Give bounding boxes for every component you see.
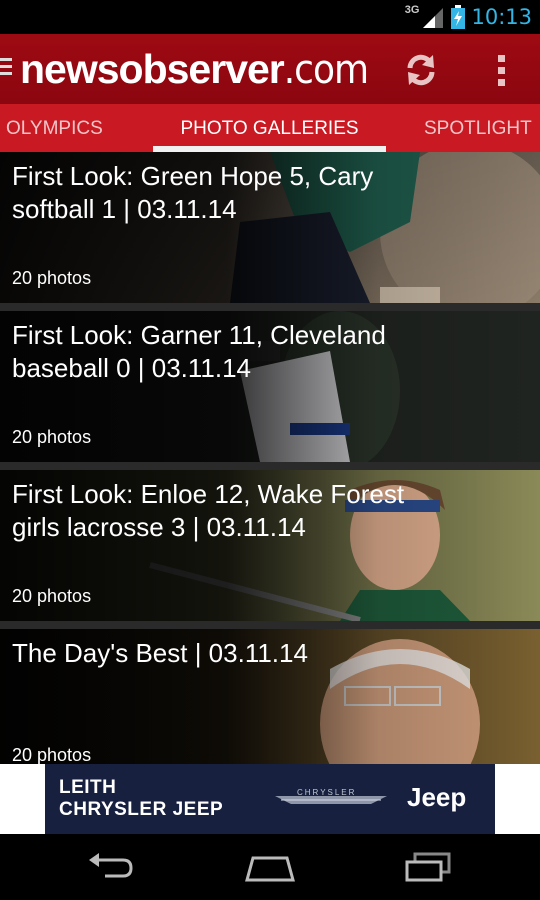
system-nav-bar [0,834,540,900]
back-button[interactable] [80,847,140,887]
gallery-card[interactable]: First Look: Garner 11, Cleveland basebal… [0,311,540,462]
gallery-card[interactable]: The Day's Best | 03.11.14 20 photos [0,629,540,764]
gallery-title: First Look: Garner 11, Cleveland basebal… [12,320,386,383]
overflow-dot [497,66,505,74]
status-bar: 3G 10:13 [0,0,540,34]
photo-count: 20 photos [12,586,92,606]
ad-strip: LEITH CHRYSLER JEEP CHRYSLER Jeep [0,764,540,834]
refresh-button[interactable] [398,48,444,92]
tab-olympics[interactable]: OLYMPICS [6,104,103,152]
overflow-menu-button[interactable] [486,48,516,92]
gallery-title: First Look: Enloe 12, Wake Forest girls … [12,479,405,542]
network-type-label: 3G [404,4,420,16]
photo-count: 20 photos [12,268,92,288]
photo-count: 20 photos [12,745,92,764]
ad-dealer-line2: CHRYSLER JEEP [59,799,224,820]
battery-charging-icon [451,5,466,29]
overflow-dot [497,54,505,62]
app-header: newsobserver.com [0,34,540,104]
refresh-icon [407,54,435,86]
section-tabs: OLYMPICS PHOTO GALLERIES SPOTLIGHT [0,104,540,152]
gallery-list[interactable]: First Look: Green Hope 5, Cary softball … [0,152,540,764]
recent-apps-button[interactable] [398,847,458,887]
back-icon [89,853,133,878]
ad-dealer-name: LEITH CHRYSLER JEEP [59,777,223,821]
signal-icon [423,8,444,28]
app-logo[interactable]: newsobserver.com [20,46,369,93]
ad-brand-jeep: Jeep [407,782,467,812]
tab-spotlight[interactable]: SPOTLIGHT [424,104,532,152]
gallery-card[interactable]: First Look: Green Hope 5, Cary softball … [0,152,540,303]
gallery-title: First Look: Green Hope 5, Cary softball … [12,161,374,224]
home-button[interactable] [240,847,300,887]
home-icon [245,856,295,882]
tab-photo-galleries[interactable]: PHOTO GALLERIES [153,104,386,152]
clock: 10:13 [471,5,532,29]
logo-domain: .com [283,47,369,93]
ad-dealer-line1: LEITH [59,777,117,798]
gallery-card[interactable]: First Look: Enloe 12, Wake Forest girls … [0,470,540,621]
ad-banner[interactable]: LEITH CHRYSLER JEEP CHRYSLER Jeep [45,764,495,834]
recent-apps-icon [405,852,451,882]
ad-brand-chrysler: CHRYSLER [297,788,357,797]
status-icons: 3G 10:13 [405,0,532,34]
gallery-title: The Day's Best | 03.11.14 [12,638,308,668]
logo-word: newsobserver [20,46,285,92]
drawer-menu-icon[interactable] [0,58,14,80]
photo-count: 20 photos [12,427,92,447]
overflow-dot [497,78,505,86]
